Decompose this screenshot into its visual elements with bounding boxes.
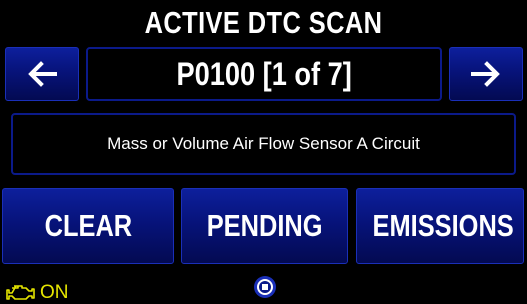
- arrow-left-icon: [28, 61, 57, 87]
- mil-status-label: ON: [40, 282, 69, 303]
- home-button[interactable]: [253, 275, 277, 299]
- clear-button-label: CLEAR: [44, 208, 132, 243]
- pending-button[interactable]: PENDING: [181, 188, 348, 264]
- dtc-code-label: P0100 [1 of 7]: [176, 56, 352, 92]
- emissions-button[interactable]: EMISSIONS: [356, 188, 524, 264]
- emissions-button-label: EMISSIONS: [372, 208, 514, 243]
- pending-button-label: PENDING: [206, 208, 323, 243]
- check-engine-icon: [6, 285, 35, 300]
- arrow-right-icon: [471, 61, 500, 87]
- dtc-description: Mass or Volume Air Flow Sensor A Circuit: [11, 113, 516, 175]
- clear-button[interactable]: CLEAR: [2, 188, 174, 264]
- screen-title: ACTIVE DTC SCAN: [144, 5, 383, 40]
- dtc-code-display: P0100 [1 of 7]: [86, 47, 442, 101]
- previous-dtc-button[interactable]: [5, 47, 79, 101]
- next-dtc-button[interactable]: [449, 47, 523, 101]
- mil-status: ON: [6, 282, 69, 304]
- home-button-icon: [254, 276, 276, 298]
